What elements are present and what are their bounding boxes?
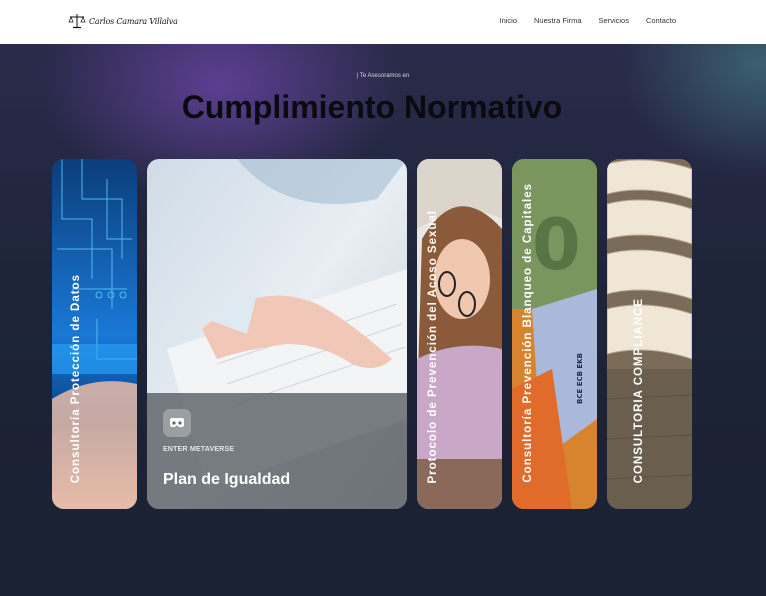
card-consultoria-compliance[interactable]: CONSULTORIA COMPLIANCE — [607, 159, 692, 509]
hero-title: Cumplimiento Normativo — [181, 89, 563, 125]
nav-link-inicio[interactable]: Inicio — [500, 16, 518, 25]
card-title: Plan de Igualdad — [163, 471, 291, 488]
main-nav: Inicio Nuestra Firma Servicios Contacto — [500, 16, 677, 25]
scales-of-justice-icon — [68, 14, 86, 29]
navbar: Carlos Camara Villalva Inicio Nuestra Fi… — [0, 0, 766, 44]
logo-text: Carlos Camara Villalva — [89, 16, 178, 26]
nav-link-contacto[interactable]: Contacto — [646, 16, 676, 25]
circuit-board-image — [52, 159, 137, 509]
card-meta-label: ENTER METAVERSE — [163, 446, 235, 453]
open-books-image — [607, 159, 692, 509]
card-proteccion-datos[interactable]: Consultoría Protección de Datos — [52, 159, 137, 509]
nav-link-nuestra-firma[interactable]: Nuestra Firma — [534, 16, 582, 25]
card-label: Protocolo de Prevención del Acoso Sexual — [427, 209, 439, 483]
nav-link-servicios[interactable]: Servicios — [599, 16, 629, 25]
vr-headset-icon — [163, 409, 191, 437]
card-acoso-sexual[interactable]: Protocolo de Prevención del Acoso Sexual — [417, 159, 502, 509]
logo[interactable]: Carlos Camara Villalva — [68, 13, 178, 29]
svg-text:0: 0 — [532, 204, 581, 286]
card-label: Consultoría Protección de Datos — [70, 273, 82, 483]
card-label: CONSULTORIA COMPLIANCE — [633, 297, 645, 483]
svg-text:BCE ECB EKB: BCE ECB EKB — [576, 353, 584, 404]
card-blanqueo-capitales[interactable]: 0 BCE ECB EKB Consultoría Prevención Bla… — [512, 159, 597, 509]
card-plan-igualdad[interactable]: ENTER METAVERSE Plan de Igualdad — [147, 159, 407, 509]
card-label: Consultoría Prevención Blanqueo de Capit… — [522, 183, 534, 483]
card-info-panel: ENTER METAVERSE Plan de Igualdad — [147, 393, 407, 509]
hero-kicker: | Te Asesoramos en — [356, 73, 410, 79]
